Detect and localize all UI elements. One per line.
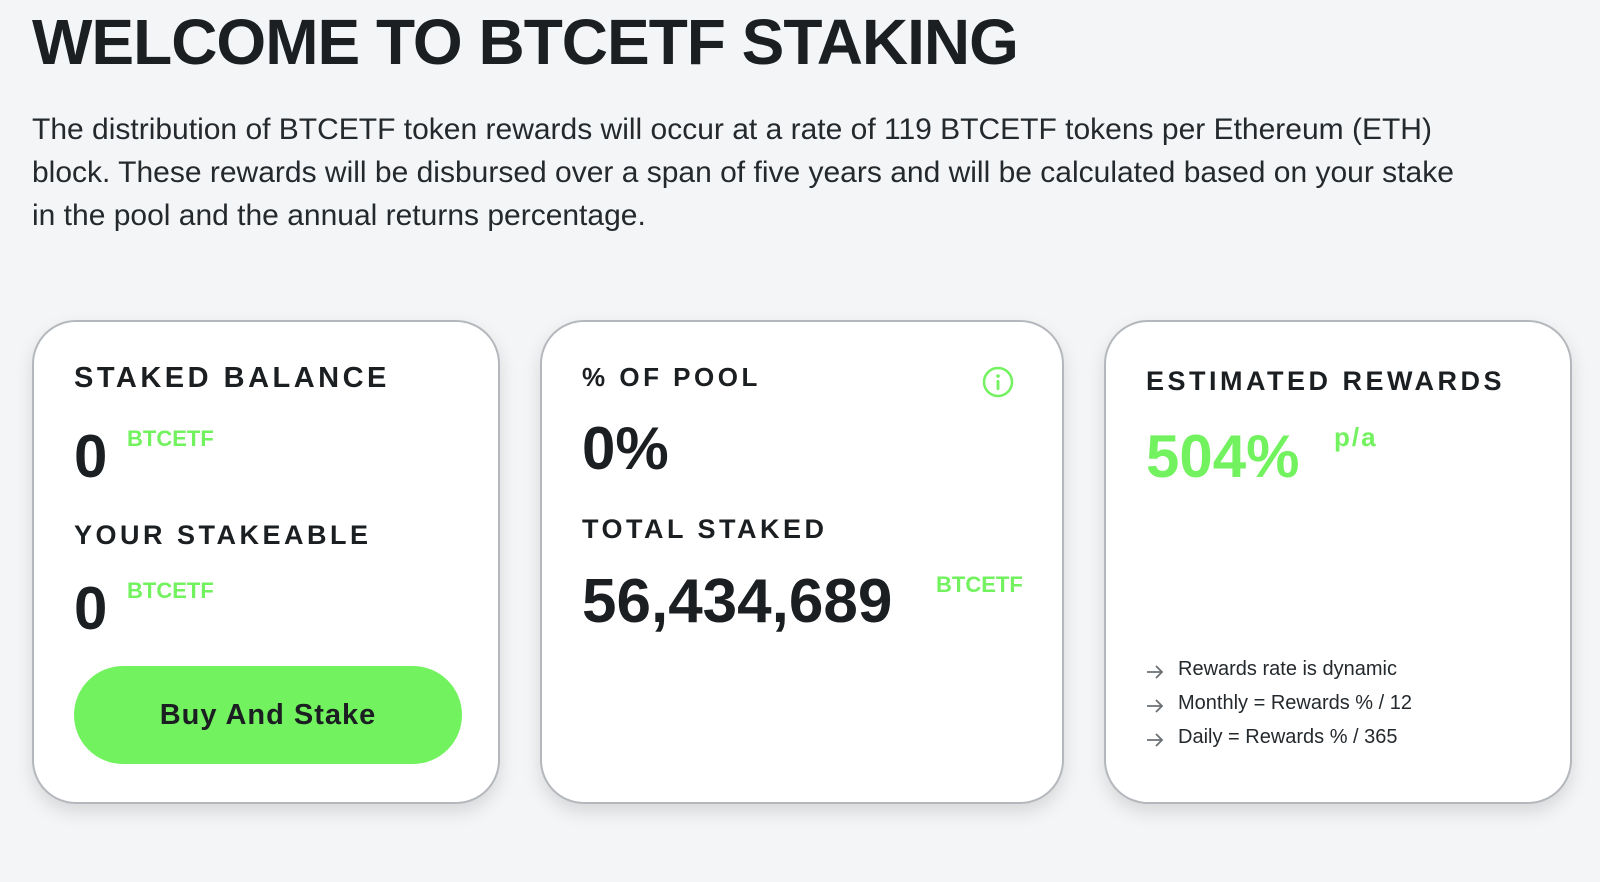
arrow-right-icon	[1146, 696, 1164, 713]
total-staked-value: 56,434,689	[582, 567, 893, 636]
staked-balance-unit: BTCETF	[127, 426, 214, 451]
pool-card: % OF POOL 0% TOTAL STAKED 56,434,689 BTC…	[540, 320, 1064, 804]
estimated-rewards-value: 504%	[1146, 423, 1300, 490]
estimated-rewards-unit: p/a	[1334, 422, 1378, 452]
buy-and-stake-button[interactable]: Buy And Stake	[74, 666, 462, 764]
info-circle-icon[interactable]	[982, 366, 1014, 398]
total-staked-label: TOTAL STAKED	[582, 514, 828, 544]
staked-balance-value: 0	[74, 423, 108, 490]
pool-share-label: % OF POOL	[582, 362, 761, 392]
intro-description: The distribution of BTCETF token rewards…	[32, 113, 1454, 232]
staked-balance-card: STAKED BALANCE 0 BTCETF YOUR STAKEABLE 0…	[32, 320, 500, 804]
note-text: Rewards rate is dynamic	[1178, 657, 1397, 680]
stakeable-label: YOUR STAKEABLE	[74, 520, 372, 550]
list-item: Monthly = Rewards % / 12	[1146, 686, 1412, 720]
estimated-rewards-label: ESTIMATED REWARDS	[1146, 366, 1506, 396]
pool-share-value: 0%	[582, 415, 669, 482]
rewards-notes-list: Rewards rate is dynamic Monthly = Reward…	[1146, 652, 1412, 754]
note-text: Monthly = Rewards % / 12	[1178, 691, 1412, 714]
total-staked-unit: BTCETF	[936, 572, 1023, 597]
page-title: WELCOME TO BTCETF STAKING	[32, 6, 1019, 78]
estimated-rewards-card: ESTIMATED REWARDS 504% p/a Rewards rate …	[1104, 320, 1572, 804]
arrow-right-icon	[1146, 662, 1164, 679]
note-text: Daily = Rewards % / 365	[1178, 725, 1398, 748]
staked-balance-label: STAKED BALANCE	[74, 362, 390, 394]
stakeable-unit: BTCETF	[127, 578, 214, 603]
stakeable-value: 0	[74, 575, 108, 642]
arrow-right-icon	[1146, 730, 1164, 747]
list-item: Rewards rate is dynamic	[1146, 652, 1412, 686]
list-item: Daily = Rewards % / 365	[1146, 720, 1412, 754]
